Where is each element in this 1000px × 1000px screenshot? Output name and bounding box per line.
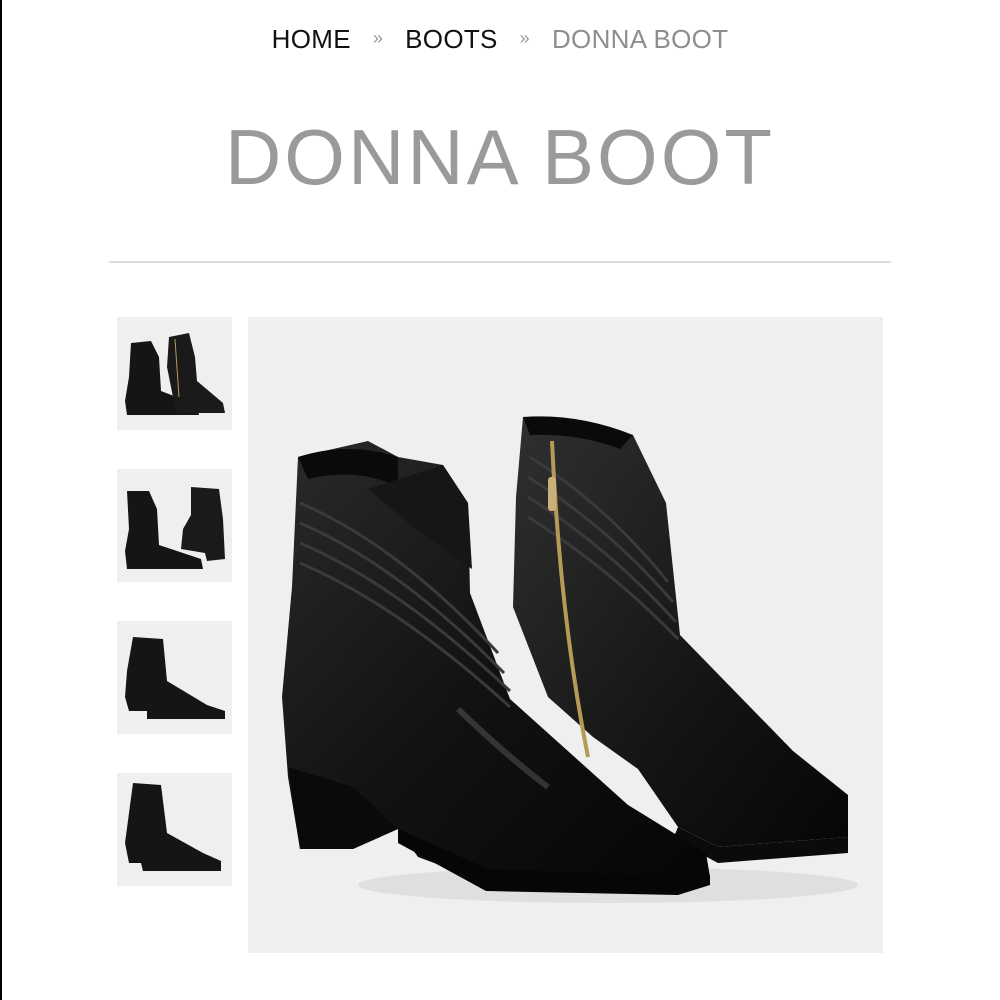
thumbnail-three-quarter[interactable]: [117, 773, 232, 886]
thumbnail-pair-front[interactable]: [117, 317, 232, 430]
breadcrumb-boots-link[interactable]: BOOTS: [405, 24, 498, 55]
boot-side-icon: [125, 783, 221, 871]
title-divider: [109, 261, 891, 263]
boot-pair-icon: [125, 487, 225, 569]
breadcrumb-home-link[interactable]: HOME: [272, 24, 351, 55]
breadcrumb-separator: »: [372, 28, 384, 48]
thumbnail-pair-angle[interactable]: [117, 469, 232, 582]
breadcrumb: HOME » BOOTS » DONNA BOOT: [0, 24, 1000, 55]
main-product-image[interactable]: [248, 317, 883, 953]
breadcrumb-current: DONNA BOOT: [551, 24, 729, 54]
boot-pair-main-image: [282, 416, 858, 903]
thumbnail-side-profile[interactable]: [117, 621, 232, 734]
boot-pair-icon: [125, 333, 225, 415]
boot-side-icon: [125, 637, 225, 719]
breadcrumb-separator: »: [519, 28, 530, 48]
page-title: DONNA BOOT: [224, 113, 776, 201]
